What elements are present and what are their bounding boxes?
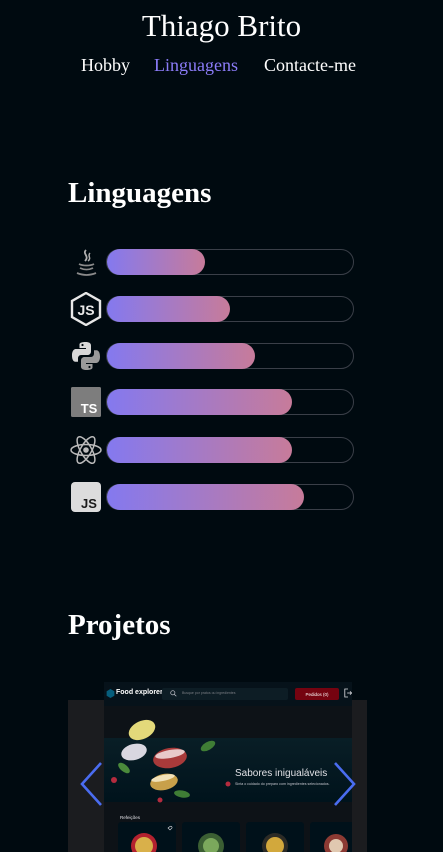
slide-dish-card bbox=[118, 822, 176, 852]
nodejs-icon: JS bbox=[68, 292, 104, 326]
slide-orders-button: Pedidos (0) bbox=[295, 688, 339, 700]
nav-link-linguagens[interactable]: Linguagens bbox=[154, 55, 238, 76]
skill-typescript: TS bbox=[68, 387, 358, 417]
skill-javascript: JS bbox=[68, 482, 358, 512]
python-icon bbox=[68, 341, 104, 371]
projects-carousel: Food explorer Busque por pratos ou ingre… bbox=[0, 682, 443, 852]
svg-text:TS: TS bbox=[81, 401, 98, 416]
skill-python bbox=[68, 341, 358, 371]
main-nav: Hobby Linguagens Contacte-me bbox=[0, 55, 443, 79]
skill-bar-javascript bbox=[106, 484, 354, 510]
skill-bar-typescript bbox=[106, 389, 354, 415]
javascript-icon: JS bbox=[68, 482, 104, 512]
site-title: Thiago Brito bbox=[141, 8, 302, 43]
svg-text:JS: JS bbox=[81, 496, 97, 511]
skill-fill bbox=[107, 249, 206, 275]
slide-app-header: Food explorer Busque por pratos ou ingre… bbox=[104, 682, 352, 706]
slide-section-label: Refeições bbox=[120, 815, 141, 820]
skill-bar-react bbox=[106, 437, 354, 463]
skill-fill bbox=[107, 389, 292, 415]
search-icon bbox=[170, 690, 177, 697]
react-icon bbox=[68, 435, 104, 465]
slide-dish-card bbox=[310, 822, 352, 852]
slide-banner-subtitle: Sinta o cuidado do preparo com ingredien… bbox=[235, 782, 330, 786]
slide-dish-card bbox=[182, 822, 240, 852]
skill-nodejs: JS bbox=[68, 292, 358, 326]
hexagon-logo-icon bbox=[106, 689, 115, 698]
slide-search-bar: Busque por pratos ou ingredientes bbox=[162, 688, 288, 700]
skill-fill bbox=[107, 343, 255, 369]
skill-fill bbox=[107, 484, 304, 510]
skill-react bbox=[68, 435, 358, 465]
java-icon bbox=[68, 247, 104, 277]
languages-title: Linguagens bbox=[68, 177, 212, 209]
skill-fill bbox=[107, 296, 230, 322]
typescript-icon: TS bbox=[68, 387, 104, 417]
skill-bar-nodejs bbox=[106, 296, 354, 322]
macarons-image bbox=[111, 719, 231, 803]
carousel-prev-arrow-icon[interactable] bbox=[78, 760, 104, 808]
skill-bar-python bbox=[106, 343, 354, 369]
skill-bar-java bbox=[106, 249, 354, 275]
project-slide-food-explorer[interactable]: Food explorer Busque por pratos ou ingre… bbox=[104, 682, 352, 852]
nav-link-hobby[interactable]: Hobby bbox=[81, 55, 130, 76]
slide-search-placeholder: Busque por pratos ou ingredientes bbox=[182, 691, 236, 695]
skill-java bbox=[68, 247, 358, 277]
carousel-next-arrow-icon[interactable] bbox=[332, 760, 358, 808]
svg-text:JS: JS bbox=[77, 302, 94, 318]
slide-banner-title: Sabores inigualáveis bbox=[235, 768, 328, 779]
projects-title: Projetos bbox=[68, 609, 171, 641]
sign-out-icon bbox=[344, 688, 352, 698]
nav-link-contacte-me[interactable]: Contacte-me bbox=[264, 55, 356, 76]
slide-dish-card bbox=[246, 822, 304, 852]
slide-app-brand: Food explorer bbox=[116, 689, 163, 696]
skill-fill bbox=[107, 437, 292, 463]
